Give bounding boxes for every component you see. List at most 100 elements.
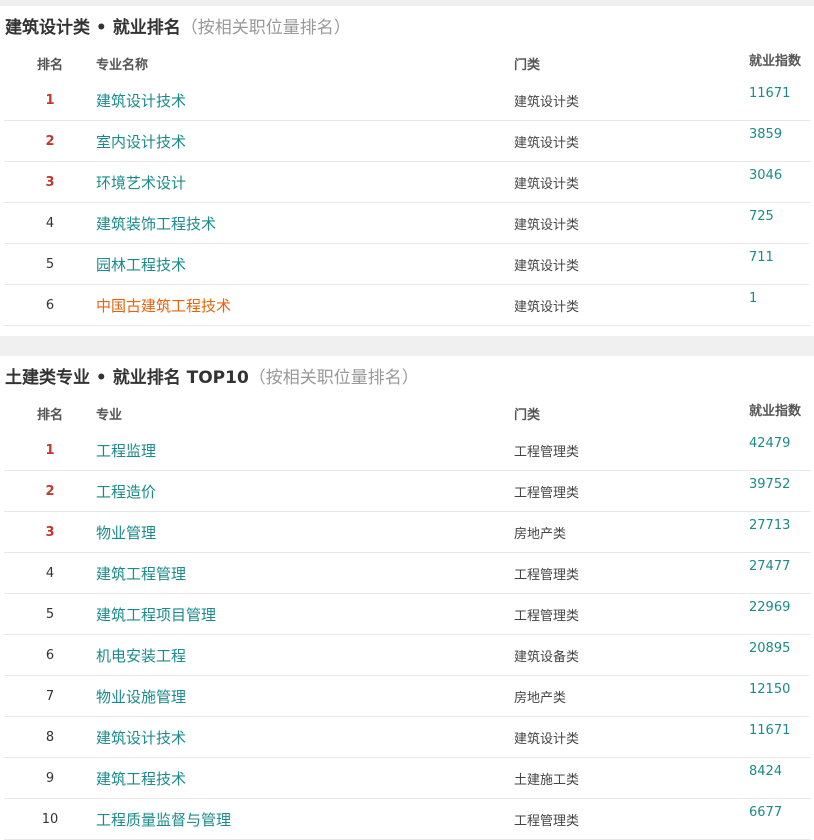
header-category: 门类 [514, 407, 541, 423]
rank-cell: 6 [4, 634, 96, 676]
category-cell: 土建施工类 [514, 757, 749, 799]
index-cell: 27713 [749, 511, 810, 553]
major-link[interactable]: 工程质量监督与管理 [96, 798, 514, 840]
table-row: 8 建筑设计技术 建筑设计类 11671 [4, 716, 810, 758]
major-link[interactable]: 工程造价 [96, 470, 514, 512]
major-link[interactable]: 机电安装工程 [96, 634, 514, 676]
index-cell: 12150 [749, 675, 810, 717]
rank-cell: 4 [4, 202, 96, 244]
rank-cell: 3 [4, 511, 96, 553]
index-cell: 27477 [749, 552, 810, 594]
table-row: 5 建筑工程项目管理 工程管理类 22969 [4, 593, 810, 635]
category-cell: 工程管理类 [514, 593, 749, 635]
category-cell: 建筑设备类 [514, 634, 749, 676]
rank-cell: 1 [4, 80, 96, 121]
header-category: 门类 [514, 57, 541, 73]
index-cell: 725 [749, 202, 810, 244]
rank-cell: 6 [4, 284, 96, 326]
rank-cell: 9 [4, 757, 96, 799]
table-row: 1 建筑设计技术 建筑设计类 11671 [4, 80, 810, 121]
category-cell: 建筑设计类 [514, 202, 749, 244]
rank-cell: 5 [4, 593, 96, 635]
rank-cell: 5 [4, 243, 96, 285]
index-cell: 39752 [749, 470, 810, 512]
index-cell: 11671 [749, 716, 810, 758]
category-cell: 建筑设计类 [514, 161, 749, 203]
table-header-row: 排名 专业 门类 就业指数 [4, 396, 810, 430]
header-name: 专业名称 [96, 57, 149, 73]
category-cell: 建筑设计类 [514, 284, 749, 326]
major-link[interactable]: 建筑装饰工程技术 [96, 202, 514, 244]
table-row: 9 建筑工程技术 土建施工类 8424 [4, 757, 810, 799]
rank-cell: 2 [4, 470, 96, 512]
index-cell: 20895 [749, 634, 810, 676]
major-link[interactable]: 建筑设计技术 [96, 716, 514, 758]
header-name: 专业 [96, 407, 123, 423]
table-row: 2 工程造价 工程管理类 39752 [4, 470, 810, 512]
major-link[interactable]: 建筑工程技术 [96, 757, 514, 799]
index-cell: 6677 [749, 798, 810, 840]
category-cell: 建筑设计类 [514, 120, 749, 162]
table-row: 2 室内设计技术 建筑设计类 3859 [4, 120, 810, 162]
index-cell: 3046 [749, 161, 810, 203]
ranking-table: 排名 专业 门类 就业指数 1 工程监理 工程管理类 42479 2 工程造价 … [4, 396, 810, 840]
section-title: 土建类专业 • 就业排名 TOP10（按相关职位量排名） [0, 356, 814, 396]
category-cell: 工程管理类 [514, 798, 749, 840]
rank-cell: 8 [4, 716, 96, 758]
header-rank: 排名 [36, 57, 63, 73]
table-row: 6 中国古建筑工程技术 建筑设计类 1 [4, 284, 810, 326]
index-cell: 22969 [749, 593, 810, 635]
major-link[interactable]: 工程监理 [96, 430, 514, 471]
header-index: 就业指数 [749, 54, 802, 69]
rank-cell: 10 [4, 798, 96, 840]
section-title-note: （按相关职位量排名） [180, 18, 351, 38]
table-row: 1 工程监理 工程管理类 42479 [4, 430, 810, 471]
major-link[interactable]: 室内设计技术 [96, 120, 514, 162]
category-cell: 工程管理类 [514, 430, 749, 471]
section-title-note: （按相关职位量排名） [248, 368, 419, 388]
category-cell: 工程管理类 [514, 470, 749, 512]
rank-cell: 7 [4, 675, 96, 717]
table-row: 7 物业设施管理 房地产类 12150 [4, 675, 810, 717]
section-divider-band [0, 336, 814, 356]
table-row: 3 环境艺术设计 建筑设计类 3046 [4, 161, 810, 203]
index-cell: 1 [749, 284, 810, 326]
section-title: 建筑设计类 • 就业排名（按相关职位量排名） [0, 6, 814, 46]
rank-cell: 1 [4, 430, 96, 471]
index-cell: 8424 [749, 757, 810, 799]
category-cell: 建筑设计类 [514, 716, 749, 758]
table-header-row: 排名 专业名称 门类 就业指数 [4, 46, 810, 80]
ranking-table: 排名 专业名称 门类 就业指数 1 建筑设计技术 建筑设计类 11671 2 室… [4, 46, 810, 326]
table-row: 4 建筑装饰工程技术 建筑设计类 725 [4, 202, 810, 244]
table-row: 4 建筑工程管理 工程管理类 27477 [4, 552, 810, 594]
major-link[interactable]: 建筑工程项目管理 [96, 593, 514, 635]
major-link[interactable]: 建筑设计技术 [96, 80, 514, 121]
header-index: 就业指数 [749, 404, 802, 419]
category-cell: 房地产类 [514, 675, 749, 717]
section-architecture-design: 建筑设计类 • 就业排名（按相关职位量排名） 排名 专业名称 门类 就业指数 1… [0, 6, 814, 326]
major-link[interactable]: 中国古建筑工程技术 [96, 284, 514, 326]
rank-cell: 4 [4, 552, 96, 594]
category-cell: 建筑设计类 [514, 80, 749, 121]
table-row: 10 工程质量监督与管理 工程管理类 6677 [4, 798, 810, 840]
section-civil-engineering: 土建类专业 • 就业排名 TOP10（按相关职位量排名） 排名 专业 门类 就业… [0, 356, 814, 840]
index-cell: 42479 [749, 430, 810, 471]
table-row: 5 园林工程技术 建筑设计类 711 [4, 243, 810, 285]
major-link[interactable]: 环境艺术设计 [96, 161, 514, 203]
header-rank: 排名 [36, 407, 63, 423]
table-row: 3 物业管理 房地产类 27713 [4, 511, 810, 553]
category-cell: 工程管理类 [514, 552, 749, 594]
rank-cell: 2 [4, 120, 96, 162]
section-title-text: 建筑设计类 • 就业排名 [5, 18, 181, 38]
major-link[interactable]: 物业设施管理 [96, 675, 514, 717]
rank-cell: 3 [4, 161, 96, 203]
major-link[interactable]: 建筑工程管理 [96, 552, 514, 594]
major-link[interactable]: 物业管理 [96, 511, 514, 553]
major-link[interactable]: 园林工程技术 [96, 243, 514, 285]
index-cell: 3859 [749, 120, 810, 162]
table-row: 6 机电安装工程 建筑设备类 20895 [4, 634, 810, 676]
index-cell: 711 [749, 243, 810, 285]
section-title-text: 土建类专业 • 就业排名 TOP10 [5, 368, 249, 388]
category-cell: 建筑设计类 [514, 243, 749, 285]
index-cell: 11671 [749, 80, 810, 121]
